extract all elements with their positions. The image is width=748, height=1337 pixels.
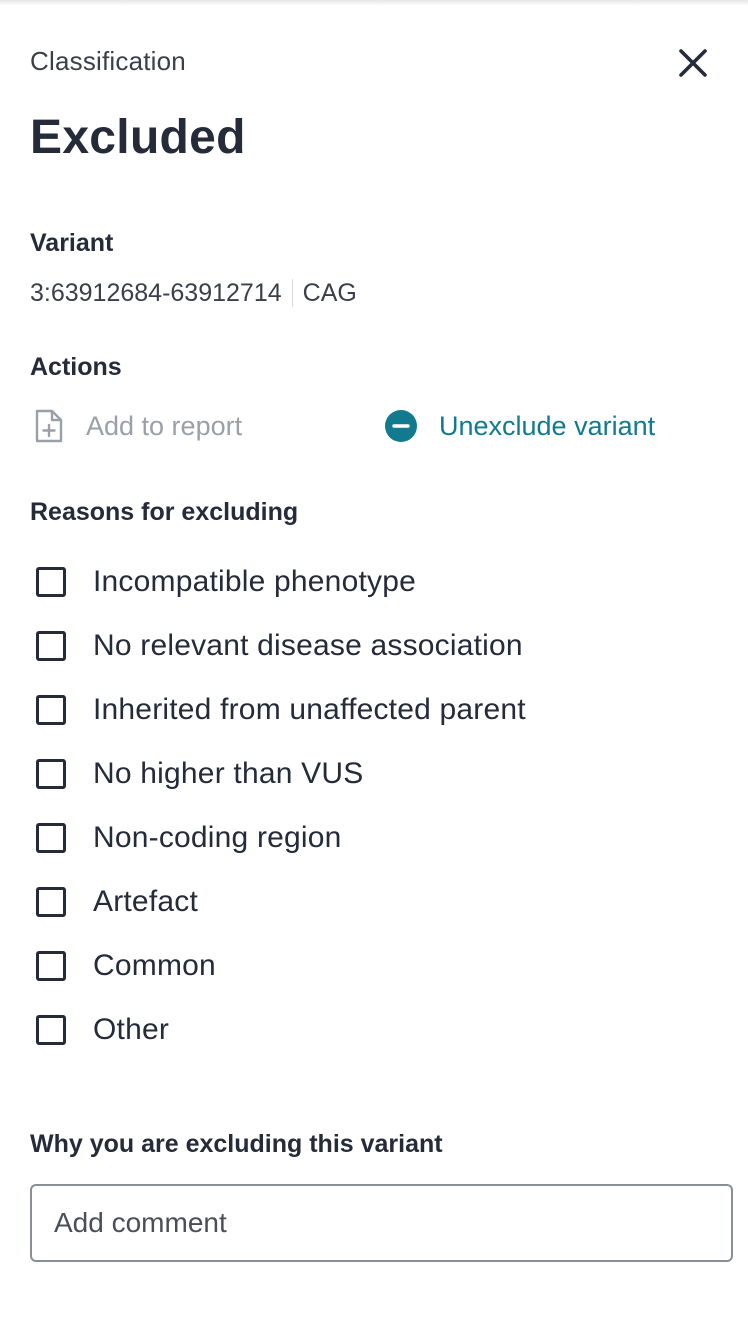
- reason-label: No relevant disease association: [93, 629, 523, 662]
- variant-separator: [291, 279, 293, 307]
- checkbox[interactable]: [36, 1015, 66, 1045]
- reasons-heading: Reasons for excluding: [30, 498, 299, 526]
- comment-input[interactable]: [30, 1184, 733, 1262]
- reason-label: Common: [93, 949, 216, 982]
- reason-non-coding-region[interactable]: Non-coding region: [36, 806, 526, 870]
- variant-position: 3:63912684-63912714: [30, 279, 282, 307]
- close-button[interactable]: [674, 44, 712, 82]
- reason-no-higher-than-vus[interactable]: No higher than VUS: [36, 742, 526, 806]
- checkbox[interactable]: [36, 567, 66, 597]
- reason-label: Incompatible phenotype: [93, 565, 416, 598]
- variant-value: 3:63912684-63912714 CAG: [30, 279, 357, 308]
- reason-incompatible-phenotype[interactable]: Incompatible phenotype: [36, 550, 526, 614]
- page-title: Excluded: [30, 111, 246, 164]
- checkbox[interactable]: [36, 695, 66, 725]
- reason-inherited-from-unaffected-parent[interactable]: Inherited from unaffected parent: [36, 678, 526, 742]
- close-icon: [679, 49, 707, 77]
- reason-other[interactable]: Other: [36, 998, 526, 1062]
- classification-panel: Classification Excluded Variant 3:639126…: [30, 0, 734, 1337]
- checkbox[interactable]: [36, 887, 66, 917]
- panel-eyebrow: Classification: [30, 46, 186, 76]
- reason-label: Other: [93, 1013, 170, 1046]
- reasons-list: Incompatible phenotype No relevant disea…: [36, 550, 526, 1062]
- reason-label: Artefact: [93, 885, 198, 918]
- file-add-icon: [35, 409, 63, 443]
- reason-common[interactable]: Common: [36, 934, 526, 998]
- reason-label: Inherited from unaffected parent: [93, 693, 526, 726]
- reason-artefact[interactable]: Artefact: [36, 870, 526, 934]
- add-to-report-label: Add to report: [86, 410, 243, 441]
- reason-no-relevant-disease-association[interactable]: No relevant disease association: [36, 614, 526, 678]
- checkbox[interactable]: [36, 951, 66, 981]
- unexclude-variant-button[interactable]: Unexclude variant: [384, 406, 655, 446]
- reason-label: Non-coding region: [93, 821, 342, 854]
- add-to-report-button[interactable]: Add to report: [34, 406, 242, 446]
- variant-heading: Variant: [30, 229, 114, 257]
- unexclude-variant-label: Unexclude variant: [439, 410, 656, 441]
- actions-heading: Actions: [30, 353, 122, 381]
- minus-circle-icon: [385, 410, 417, 442]
- variant-sequence: CAG: [302, 279, 357, 307]
- checkbox[interactable]: [36, 631, 66, 661]
- checkbox[interactable]: [36, 759, 66, 789]
- reason-label: No higher than VUS: [93, 757, 364, 790]
- checkbox[interactable]: [36, 823, 66, 853]
- comment-heading: Why you are excluding this variant: [30, 1130, 443, 1158]
